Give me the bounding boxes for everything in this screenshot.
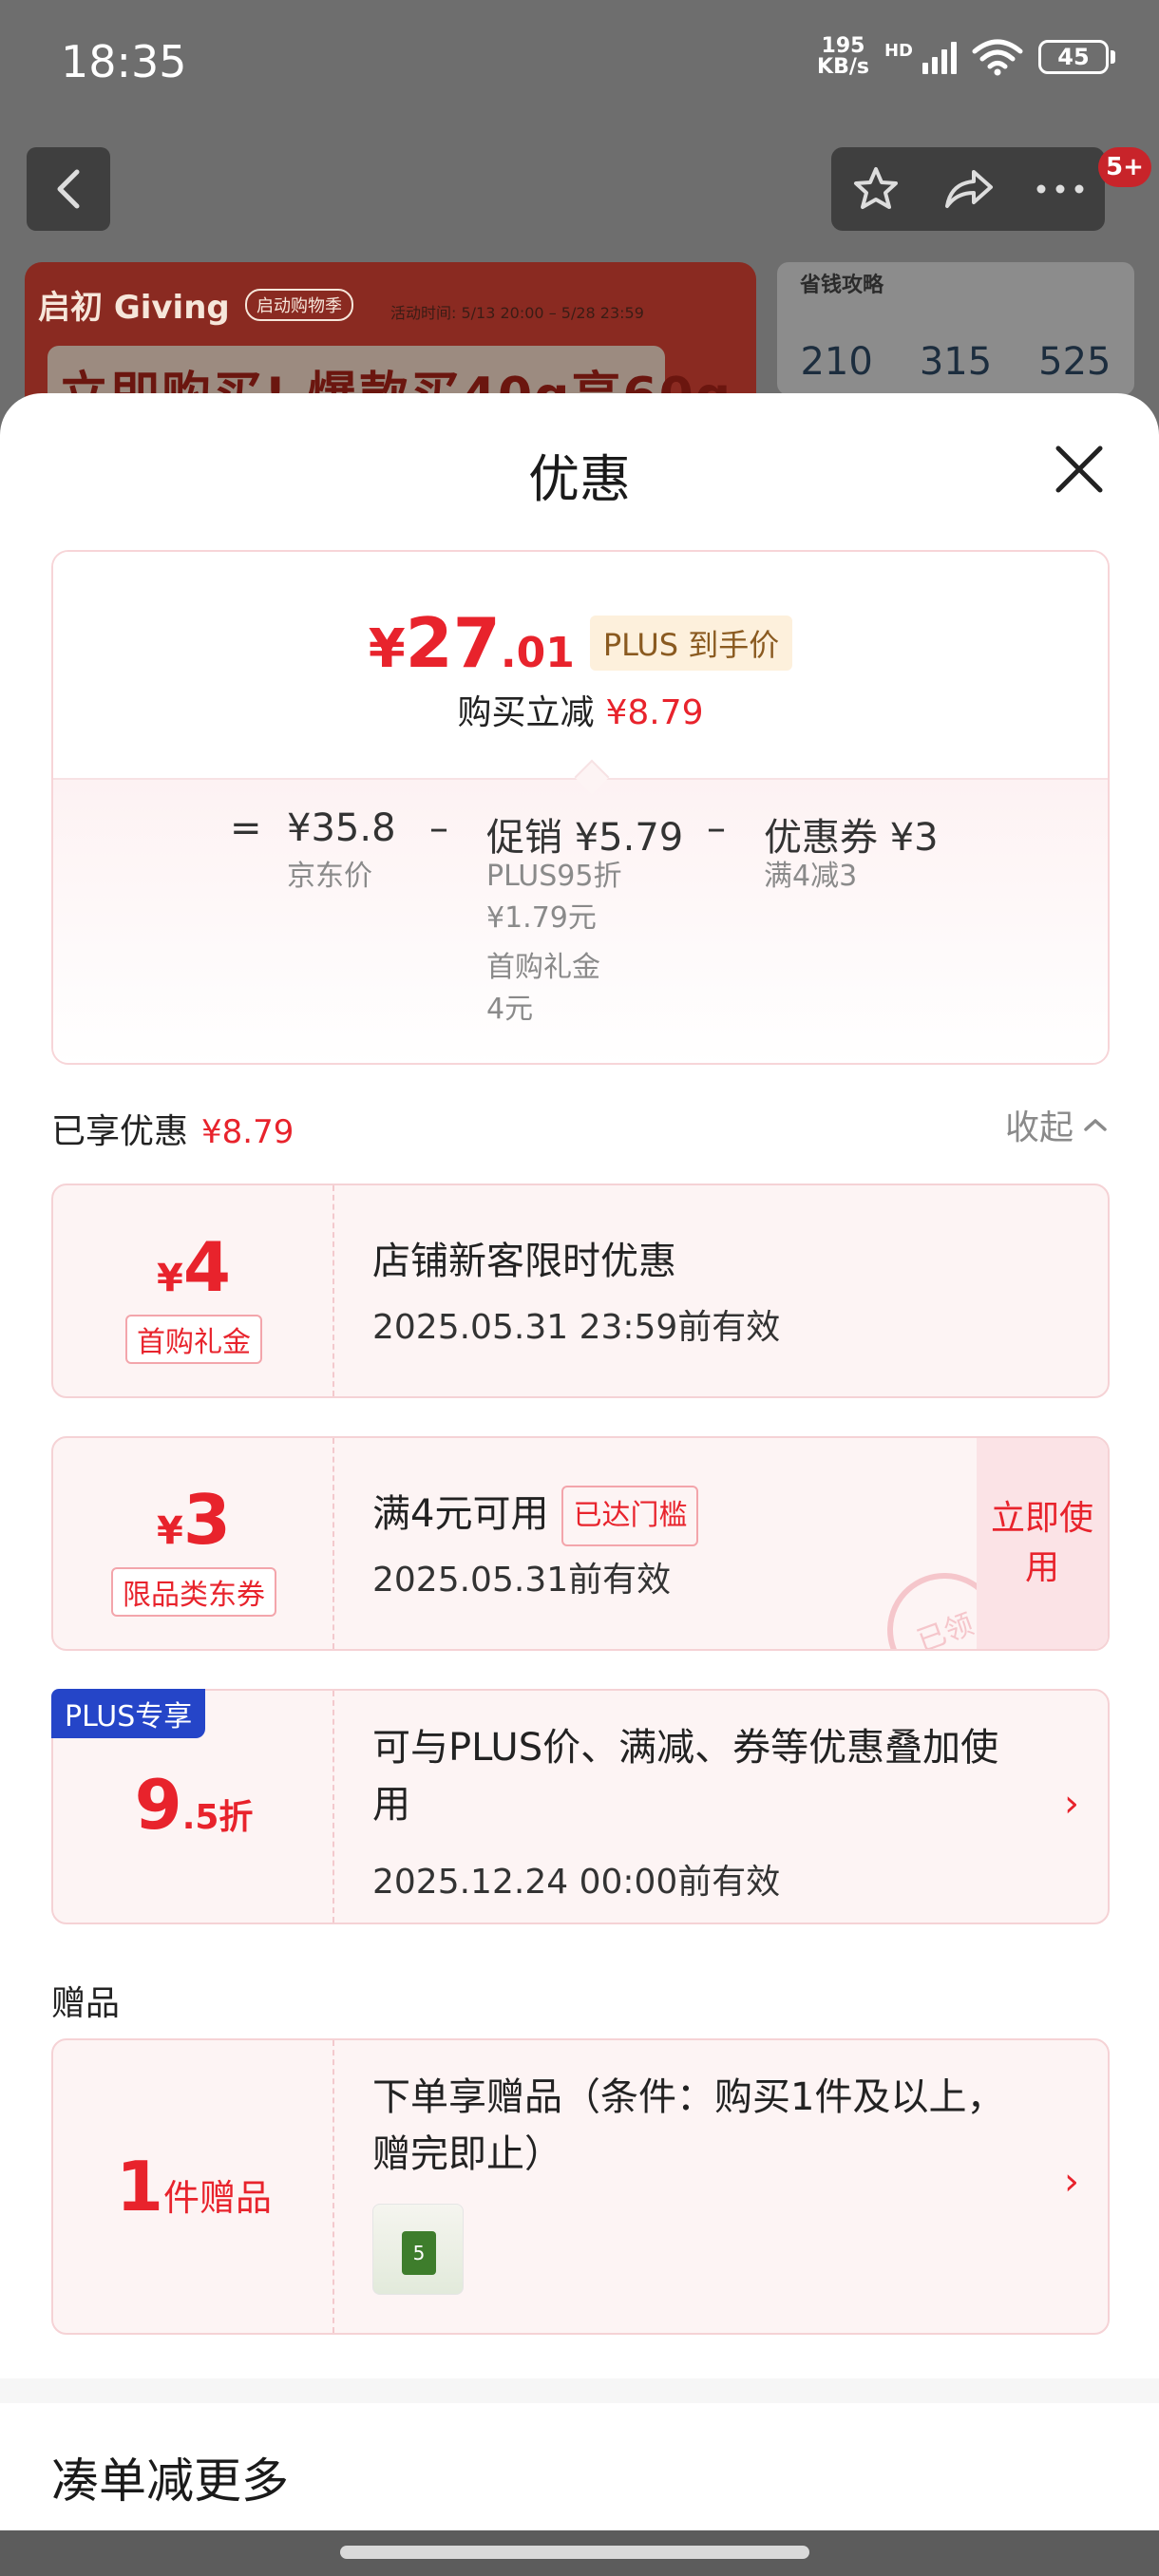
- card-date: 2025.12.24 00:00前有效: [372, 1863, 781, 1902]
- use-now-button[interactable]: 立即使用: [977, 1438, 1108, 1649]
- saving-guide-title: 省钱攻略: [800, 274, 884, 297]
- final-price: ¥ 27 .01 PLUS 到手价: [53, 603, 1108, 683]
- battery-icon: 45: [1038, 40, 1115, 74]
- card-type-label: 限品类东券: [53, 1567, 334, 1617]
- gifts-section-title: 赠品: [51, 1984, 121, 2023]
- page-root: 18:35 195 KB/s HD 45 5+ 启初 Giving 启动购物季 …: [0, 0, 1159, 2576]
- gesture-bar[interactable]: [0, 2530, 1159, 2576]
- background-page: 18:35 195 KB/s HD 45 5+ 启初 Giving 启动购物季 …: [0, 0, 1159, 462]
- status-icons: 195 KB/s HD 45: [817, 36, 1115, 78]
- card-amount: ¥3: [157, 1480, 231, 1560]
- gift-card[interactable]: 1件赠品 下单享赠品（条件：购买1件及以上，赠完即止） 5 ›: [51, 2038, 1110, 2335]
- discount-sheet: 优惠 ¥ 27 .01 PLUS 到手价 购买立减 ¥8.79 = ¥35.8 京…: [0, 393, 1159, 2576]
- chevron-left-icon: [57, 169, 80, 209]
- net-speed: 195 KB/s: [817, 34, 869, 79]
- chevron-right-icon[interactable]: ›: [1064, 2160, 1079, 2204]
- top-action-group: [831, 147, 1105, 231]
- discount-card-plus[interactable]: PLUS专享 9.5折 可与PLUS价、满减、券等优惠叠加使用 2025.12.…: [51, 1689, 1110, 1924]
- card-title: 可与PLUS价、满减、券等优惠叠加使用: [372, 1726, 999, 1827]
- section-divider: [0, 2378, 1159, 2403]
- banner-brand: 启初 Giving: [38, 289, 230, 327]
- card-amount: ¥4: [157, 1227, 231, 1307]
- saving-guide-banner[interactable]: 省钱攻略 210 315 525: [777, 262, 1134, 395]
- close-icon[interactable]: [1051, 441, 1108, 498]
- card-title: 店铺新客限时优惠: [372, 1240, 676, 1283]
- more-deals-title: 凑单减更多: [51, 2453, 289, 2509]
- threshold-reached-badge: 已达门槛: [561, 1486, 699, 1546]
- share-icon[interactable]: [941, 166, 995, 212]
- saving-guide-prices: 210 315 525: [800, 340, 1112, 384]
- jd-price: ¥35.8: [287, 806, 396, 850]
- cart-badge: 5+: [1098, 147, 1151, 187]
- more-icon[interactable]: [1036, 183, 1085, 195]
- signal-icon: [922, 40, 957, 74]
- status-time: 18:35: [61, 36, 187, 87]
- sheet-title: 优惠: [528, 449, 631, 509]
- banner-tag: 启动购物季: [245, 289, 353, 321]
- star-icon[interactable]: [851, 164, 901, 214]
- price-breakdown: = ¥35.8 京东价 – 促销 ¥5.79 PLUS95折 ¥1.79元 首购…: [53, 778, 1108, 1063]
- enjoyed-discounts: 已享优惠 ¥8.79: [51, 1112, 294, 1151]
- plus-exclusive-badge: PLUS专享: [51, 1689, 206, 1738]
- gift-count: 1件赠品: [115, 2147, 273, 2226]
- card-date: 2025.05.31 23:59前有效: [372, 1308, 781, 1347]
- back-button[interactable]: [27, 147, 110, 231]
- collapse-button[interactable]: 收起: [1005, 1100, 1108, 1149]
- instant-save: 购买立减 ¥8.79: [457, 693, 704, 732]
- discount-card-coupon[interactable]: ¥3 限品类东券 满4元可用 已达门槛 2025.05.31前有效 已领 立即使用: [51, 1436, 1110, 1651]
- banner-time: 活动时间: 5/13 20:00 – 5/28 23:59: [390, 304, 644, 322]
- hd-icon: HD: [884, 40, 913, 61]
- status-bar: 18:35 195 KB/s HD 45: [0, 0, 1159, 123]
- plus-price-tag: PLUS 到手价: [589, 616, 793, 671]
- promo-amount: 促销 ¥5.79: [486, 816, 684, 860]
- card-title: 满4元可用 已达门槛: [372, 1486, 699, 1546]
- jd-price-label: 京东价: [287, 860, 372, 893]
- gift-product-thumbnail[interactable]: 5: [372, 2204, 464, 2295]
- gift-title: 下单享赠品（条件：购买1件及以上，赠完即止）: [372, 2075, 1005, 2176]
- coupon-amount: 优惠券 ¥3: [764, 816, 939, 860]
- wifi-icon: [972, 39, 1023, 76]
- card-amount: 9.5折: [134, 1765, 254, 1845]
- discount-card-first-gift[interactable]: ¥4 首购礼金 店铺新客限时优惠 2025.05.31 23:59前有效: [51, 1184, 1110, 1398]
- card-date: 2025.05.31前有效: [372, 1561, 672, 1600]
- price-summary: ¥ 27 .01 PLUS 到手价 购买立减 ¥8.79 = ¥35.8 京东价 …: [51, 550, 1110, 1065]
- chevron-up-icon: [1084, 1119, 1107, 1131]
- chevron-right-icon[interactable]: ›: [1064, 1782, 1079, 1826]
- card-type-label: 首购礼金: [53, 1315, 334, 1364]
